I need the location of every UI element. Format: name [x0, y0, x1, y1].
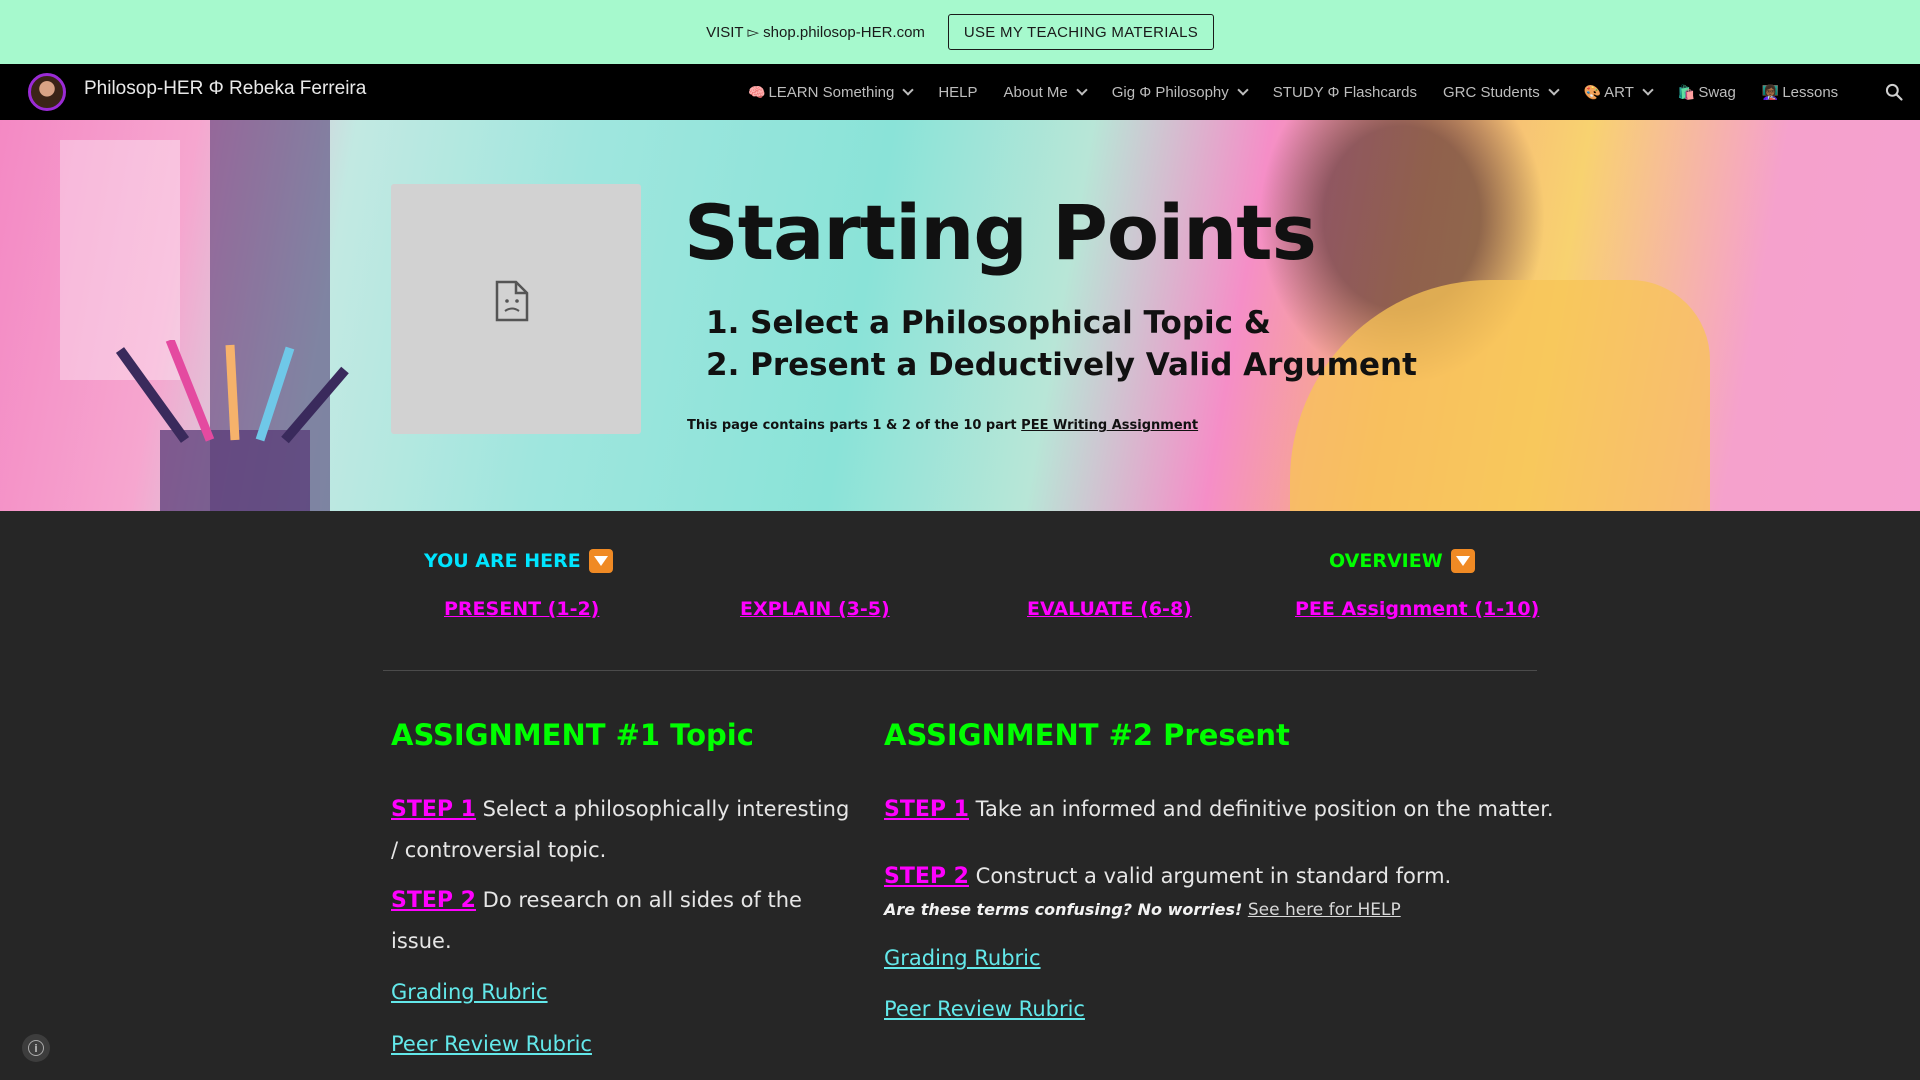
step-1-link[interactable]: STEP 1 [391, 797, 476, 822]
section-divider [383, 670, 1537, 671]
nav-item-label: GRC Students [1443, 83, 1540, 101]
brain-icon: 🧠 [748, 83, 766, 100]
nav-item-study[interactable]: STUDY Φ Flashcards [1273, 84, 1417, 101]
step-1-link[interactable]: STEP 1 [884, 797, 969, 822]
step-text: Take an informed and definitive position… [968, 797, 1554, 821]
evaluate-link[interactable]: EVALUATE (6-8) [1027, 598, 1192, 620]
nav-item-label: HELP [938, 83, 978, 101]
nav-item-learn[interactable]: 🧠 LEARN Something [748, 83, 915, 101]
chevron-down-icon[interactable] [1237, 84, 1249, 96]
nav-item-label: ART [1604, 83, 1634, 101]
nav-item-label: LEARN Something [768, 83, 895, 101]
pee-assignment-link[interactable]: PEE Assignment (1-10) [1295, 598, 1539, 620]
pee-writing-assignment-link[interactable]: PEE Writing Assignment [1021, 418, 1198, 433]
peer-review-rubric-link[interactable]: Peer Review Rubric [884, 997, 1085, 1021]
nav-item-art[interactable]: 🎨 ART [1583, 83, 1654, 101]
teaching-materials-button[interactable]: USE MY TEACHING MATERIALS [947, 14, 1214, 50]
nav-menu: 🧠 LEARN Something HELP About Me Gig Φ Ph… [748, 64, 1864, 120]
confusing-terms-note: Are these terms confusing? No worries! S… [884, 900, 1401, 920]
hero-steps-list: 1. Select a Philosophical Topic & 2. Pre… [706, 302, 1417, 386]
palette-icon: 🎨 [1583, 83, 1602, 100]
site-title[interactable]: Philosop-HER Φ Rebeka Ferreira [84, 78, 366, 100]
step-2-link[interactable]: STEP 2 [884, 864, 969, 889]
assignment-2-heading: ASSIGNMENT #2 Present [884, 718, 1290, 752]
shopping-bag-icon: 🛍️ [1677, 83, 1696, 100]
overview-label: OVERVIEW [1329, 549, 1475, 573]
chevron-down-icon[interactable] [902, 84, 915, 96]
nav-item-lessons[interactable]: 👩🏾‍🏫 Lessons [1762, 84, 1838, 101]
grading-rubric-link[interactable]: Grading Rubric [391, 980, 548, 1004]
assignment-2-step-1: STEP 1 Take an informed and definitive p… [884, 789, 1564, 830]
grading-rubric-link[interactable]: Grading Rubric [884, 946, 1041, 970]
nav-item-label: About Me [1003, 83, 1068, 101]
broken-image-icon [495, 280, 529, 322]
nav-item-label: STUDY Φ Flashcards [1272, 83, 1418, 101]
teacher-icon: 👩🏾‍🏫 [1761, 83, 1780, 100]
nav-item-help[interactable]: HELP [938, 84, 977, 101]
chevron-down-icon[interactable] [1642, 84, 1654, 96]
site-info-button[interactable]: i [22, 1034, 50, 1062]
promo-banner: VISIT ▻ shop.philosop-HER.com USE MY TEA… [0, 0, 1920, 64]
hero-step-item: 1. Select a Philosophical Topic & [706, 305, 1271, 341]
chevron-down-icon[interactable] [1548, 84, 1560, 96]
confusing-terms-text: Are these terms confusing? No worries! [884, 900, 1248, 919]
assignment-1-step-2: STEP 2 Do research on all sides of the i… [391, 880, 851, 961]
pencil-cup-illustration [115, 340, 349, 511]
down-triangle-icon [588, 549, 613, 573]
top-nav: Philosop-HER Φ Rebeka Ferreira 🧠 LEARN S… [0, 64, 1920, 120]
step-2-link[interactable]: STEP 2 [391, 888, 476, 913]
overview-text: OVERVIEW [1329, 550, 1443, 572]
info-icon: i [28, 1040, 44, 1056]
broken-image-placeholder [391, 184, 641, 434]
search-icon[interactable] [1884, 82, 1904, 102]
nav-item-grc[interactable]: GRC Students [1443, 83, 1560, 101]
you-are-here-label: YOU ARE HERE [424, 549, 613, 573]
avatar[interactable] [28, 73, 66, 111]
hero-note: This page contains parts 1 & 2 of the 10… [687, 418, 1198, 433]
nav-item-label: Lessons [1782, 83, 1839, 101]
step-text: Construct a valid argument in standard f… [968, 864, 1452, 888]
explain-link[interactable]: EXPLAIN (3-5) [740, 598, 890, 620]
promo-text[interactable]: VISIT ▻ shop.philosop-HER.com [706, 23, 925, 41]
nav-item-swag[interactable]: 🛍️ Swag [1678, 84, 1736, 101]
you-are-here-text: YOU ARE HERE [424, 550, 581, 572]
hero-note-text: This page contains parts 1 & 2 of the 10… [687, 418, 1022, 433]
nav-item-label: Swag [1698, 83, 1736, 101]
assignment-1-step-1: STEP 1 Select a philosophically interest… [391, 789, 851, 870]
chevron-down-icon[interactable] [1076, 84, 1088, 96]
nav-item-gig[interactable]: Gig Φ Philosophy [1111, 83, 1249, 101]
help-link[interactable]: See here for HELP [1248, 900, 1401, 920]
present-link[interactable]: PRESENT (1-2) [444, 598, 599, 620]
page-title: Starting Points [684, 188, 1317, 277]
hero-step-item: 2. Present a Deductively Valid Argument [706, 347, 1417, 383]
down-triangle-icon [1450, 549, 1475, 573]
nav-item-label: Gig Φ Philosophy [1111, 83, 1229, 101]
nav-item-about[interactable]: About Me [1003, 83, 1088, 101]
assignment-2-step-2: STEP 2 Construct a valid argument in sta… [884, 856, 1564, 897]
assignment-1-heading: ASSIGNMENT #1 Topic [391, 718, 754, 752]
peer-review-rubric-link[interactable]: Peer Review Rubric [391, 1032, 592, 1056]
